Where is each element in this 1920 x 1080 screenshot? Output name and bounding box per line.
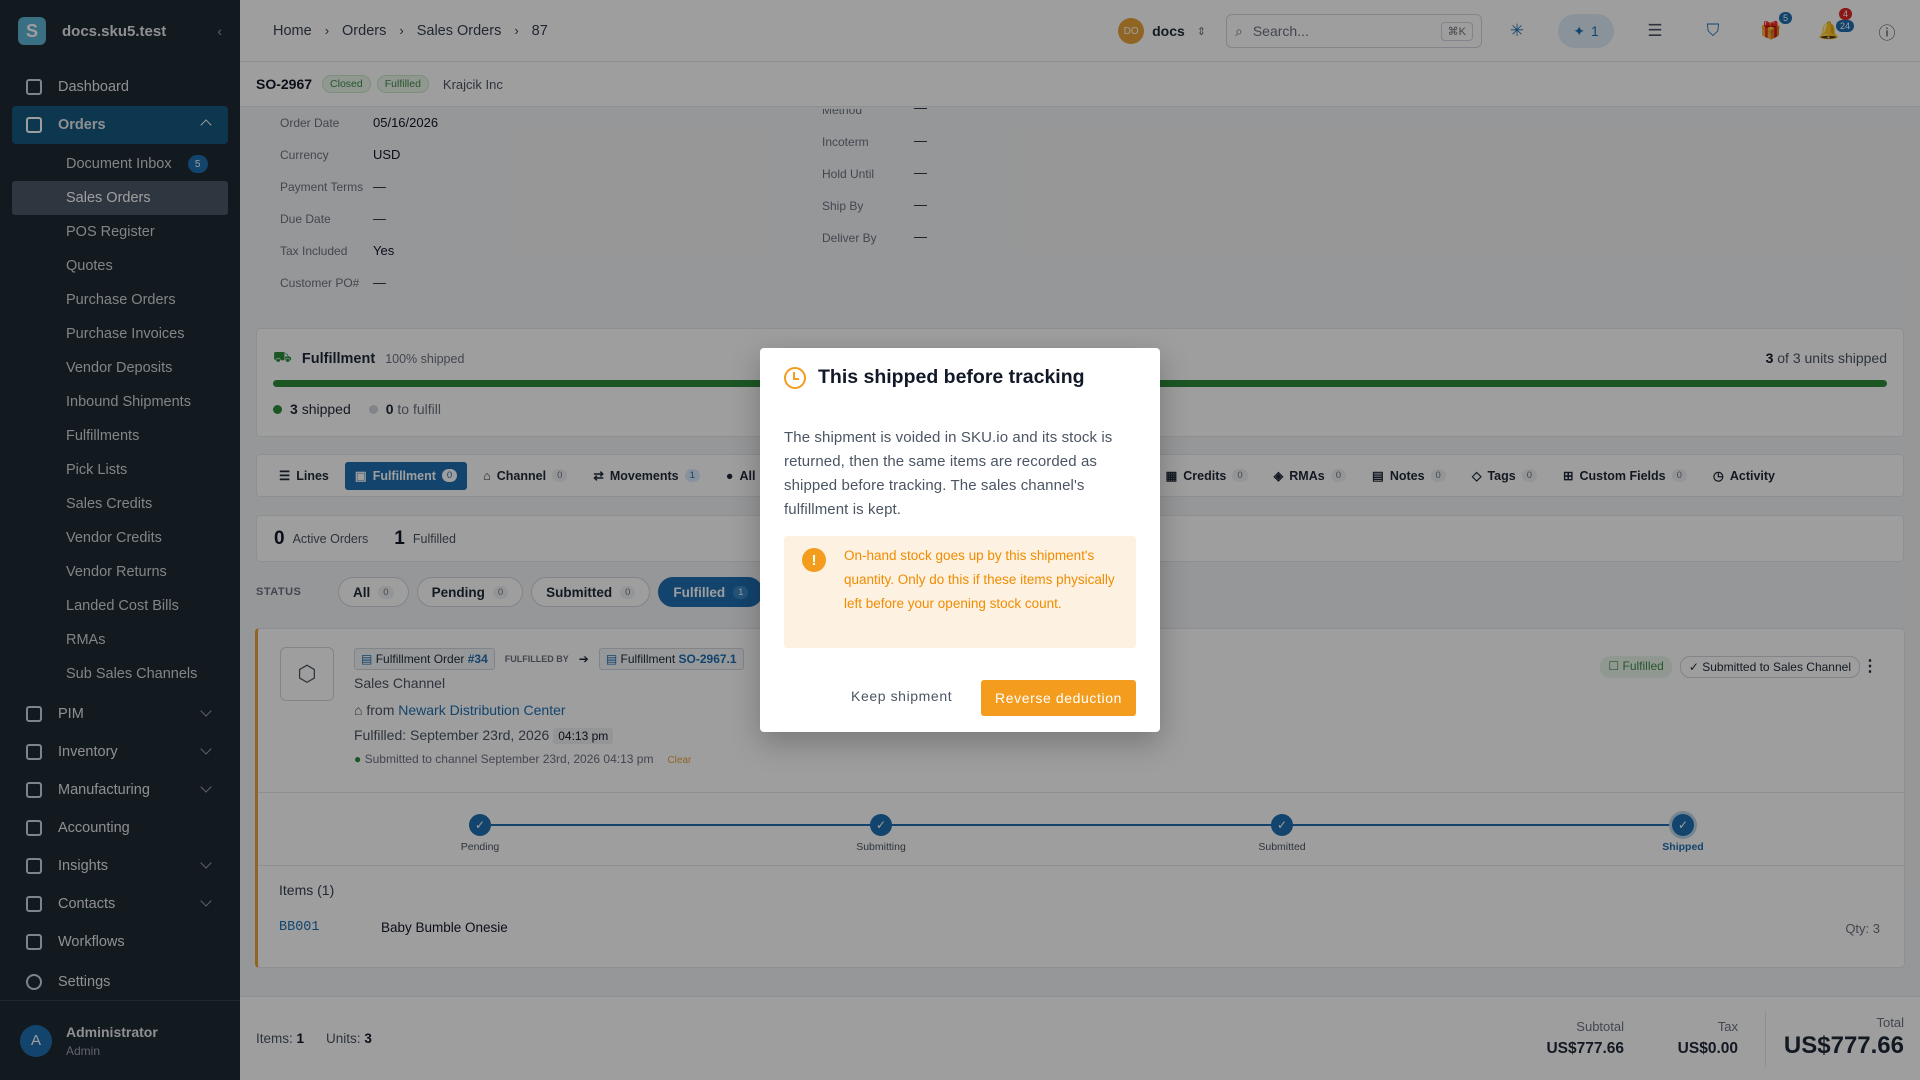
reverse-deduction-button[interactable]: Reverse deduction xyxy=(981,680,1136,716)
shipped-before-tracking-dialog: This shipped before tracking The shipmen… xyxy=(760,348,1160,732)
warning-text: On-hand stock goes up by this shipment's… xyxy=(844,548,1115,611)
clock-icon xyxy=(784,366,806,389)
warning-callout: ! On-hand stock goes up by this shipment… xyxy=(784,536,1136,648)
dialog-body: The shipment is voided in SKU.io and its… xyxy=(784,429,1113,518)
exclamation-icon: ! xyxy=(802,548,826,572)
dialog-title: This shipped before tracking xyxy=(784,366,1085,389)
keep-shipment-button[interactable]: Keep shipment xyxy=(851,678,952,714)
